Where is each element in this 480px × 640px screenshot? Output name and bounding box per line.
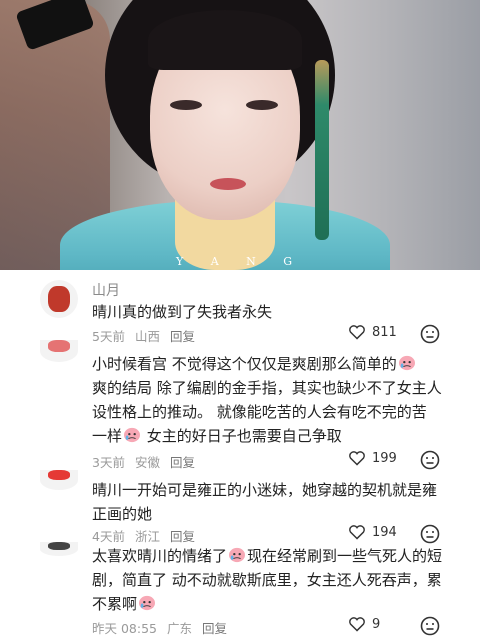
frown-face-icon[interactable] — [420, 616, 440, 636]
like-count: 9 — [372, 616, 381, 632]
comment-text: 小时候看宫 不觉得这个仅仅是爽剧那么简单的 爽的结局 除了编剧的金手指，其实也缺… — [92, 352, 452, 448]
comment-text-line: 一样 — [92, 427, 123, 445]
comment-meta: 4天前 浙江 回复 — [92, 526, 205, 545]
video-frame[interactable]: Y A N G — [0, 0, 480, 270]
comment-text: 晴川一开始可是雍正的小迷妹，她穿越的契机就是雍 正画的她 — [92, 478, 452, 526]
comment-location: 安徽 — [134, 455, 160, 470]
comment-location: 山西 — [134, 329, 160, 344]
comment-meta: 3天前 安徽 回复 — [92, 452, 205, 471]
comment-text: 晴川真的做到了失我者永失 — [92, 303, 273, 321]
comment-location: 浙江 — [134, 529, 160, 544]
heart-outline-icon — [349, 525, 365, 540]
comment-location: 广东 — [167, 621, 193, 636]
reply-button[interactable]: 回复 — [170, 329, 195, 344]
like-count: 194 — [372, 524, 397, 540]
comment-text-line: 设性格上的推动。 就像能吃苦的人会有吃不完的苦 — [92, 403, 427, 421]
frown-face-icon[interactable] — [420, 524, 440, 544]
comment-text-line: 剧，简直了 动不动就歇斯底里，女主还人死吞声，累 — [92, 571, 442, 589]
left-eye — [170, 100, 202, 110]
lips — [210, 178, 246, 190]
bangs — [148, 10, 302, 70]
comment-text-line: 女主的好日子也需要自己争取 — [142, 427, 342, 445]
avatar[interactable] — [40, 280, 78, 318]
heart-outline-icon — [349, 325, 365, 340]
like-count: 811 — [372, 324, 397, 340]
like-button[interactable]: 199 — [348, 450, 397, 466]
heart-outline-icon — [349, 451, 365, 466]
comment-meta: 昨天 08:55 广东 回复 — [92, 618, 237, 637]
like-button[interactable]: 194 — [348, 524, 397, 540]
like-button[interactable]: 9 — [348, 616, 380, 632]
crying-emoji-icon — [124, 427, 141, 443]
avatar[interactable] — [40, 470, 78, 490]
crying-emoji-icon — [398, 355, 415, 371]
comment-time: 3天前 — [92, 455, 125, 470]
comment-text: 太喜欢晴川的情绪了 现在经常刷到一些气死人的短 剧，简直了 动不动就歇斯底里，女主… — [92, 544, 452, 616]
comment-text-line: 晴川一开始可是雍正的小迷妹，她穿越的契机就是雍 — [92, 481, 438, 499]
comment-text-line: 小时候看宫 不觉得这个仅仅是爽剧那么简单的 — [92, 355, 397, 373]
heart-outline-icon — [349, 617, 365, 632]
frown-face-icon[interactable] — [420, 324, 440, 344]
comment-time: 4天前 — [92, 529, 125, 544]
comment-meta: 5天前 山西 回复 — [92, 326, 205, 345]
frown-face-icon[interactable] — [420, 450, 440, 470]
reply-button[interactable]: 回复 — [170, 455, 195, 470]
like-button[interactable]: 811 — [348, 324, 397, 340]
crying-emoji-icon — [229, 547, 246, 563]
watermark: Y A N G — [175, 255, 305, 268]
crying-emoji-icon — [139, 595, 156, 611]
like-count: 199 — [372, 450, 397, 466]
username[interactable]: 山月 — [92, 280, 120, 300]
comment-time: 5天前 — [92, 329, 125, 344]
avatar[interactable] — [40, 340, 78, 362]
tassel-ornament — [315, 60, 329, 240]
comment-text-line: 不累啊 — [92, 595, 138, 613]
comment-text-line: 爽的结局 除了编剧的金手指，其实也缺少不了女主人 — [92, 379, 442, 397]
reply-button[interactable]: 回复 — [202, 621, 227, 636]
comment-text-line: 太喜欢晴川的情绪了 — [92, 547, 228, 565]
reply-button[interactable]: 回复 — [170, 529, 195, 544]
comment-text-line: 现在经常刷到一些气死人的短 — [247, 547, 443, 565]
right-eye — [246, 100, 278, 110]
comment-text-line: 正画的她 — [92, 505, 153, 523]
comment-time: 昨天 08:55 — [92, 621, 157, 636]
avatar[interactable] — [40, 542, 78, 556]
